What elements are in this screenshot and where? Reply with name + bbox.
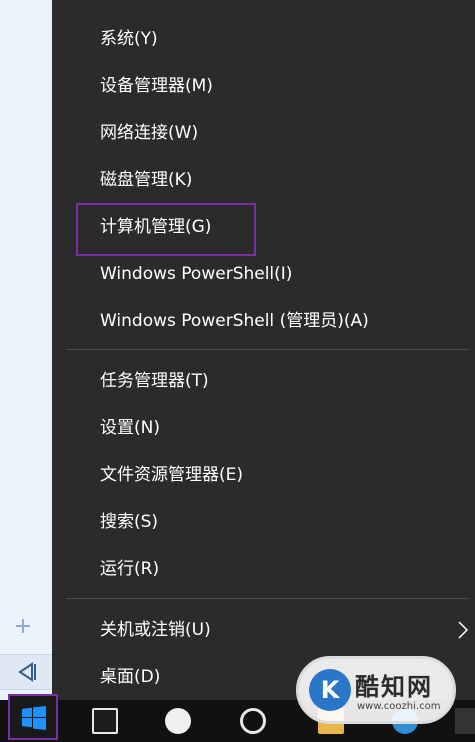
desktop-left-strip: + [0,0,53,742]
menu-item-powershell[interactable]: Windows PowerShell(I) [100,259,292,289]
menu-item-settings[interactable]: 设置(N) [100,413,160,443]
menu-item-search[interactable]: 搜索(S) [100,507,158,537]
menu-item-file-explorer[interactable]: 文件资源管理器(E) [100,460,243,490]
chevron-right-icon [458,621,469,639]
watermark-title: 酷知网 [355,673,433,701]
menu-item-computer-management[interactable]: 计算机管理(G) [100,212,211,242]
collapse-button[interactable] [0,654,52,690]
menu-item-shutdown-signout[interactable]: 关机或注销(U) [100,615,211,645]
add-icon[interactable]: + [12,616,34,638]
menu-item-desktop[interactable]: 桌面(D) [100,662,160,692]
task-view-icon[interactable] [92,708,118,734]
watermark: K 酷知网 www.coozhi.com [296,656,456,724]
start-button[interactable] [8,694,58,740]
menu-item-disk-management[interactable]: 磁盘管理(K) [100,165,192,195]
menu-item-device-manager[interactable]: 设备管理器(M) [100,71,213,101]
menu-item-task-manager[interactable]: 任务管理器(T) [100,366,209,396]
ie-icon[interactable] [240,708,266,734]
menu-item-run[interactable]: 运行(R) [100,554,159,584]
collapse-left-icon [18,662,36,682]
qq-icon[interactable] [165,708,191,734]
watermark-url: www.coozhi.com [357,701,441,712]
power-user-menu: 系统(Y) 设备管理器(M) 网络连接(W) 磁盘管理(K) 计算机管理(G) … [52,0,475,700]
menu-separator [66,349,469,350]
menu-separator [66,598,469,599]
taskbar-app-icon[interactable] [455,708,475,734]
menu-item-system[interactable]: 系统(Y) [100,24,158,54]
windows-logo-icon [22,706,46,730]
watermark-logo: K [309,669,351,711]
menu-item-powershell-admin[interactable]: Windows PowerShell (管理员)(A) [100,306,369,336]
menu-item-network-connections[interactable]: 网络连接(W) [100,118,198,148]
